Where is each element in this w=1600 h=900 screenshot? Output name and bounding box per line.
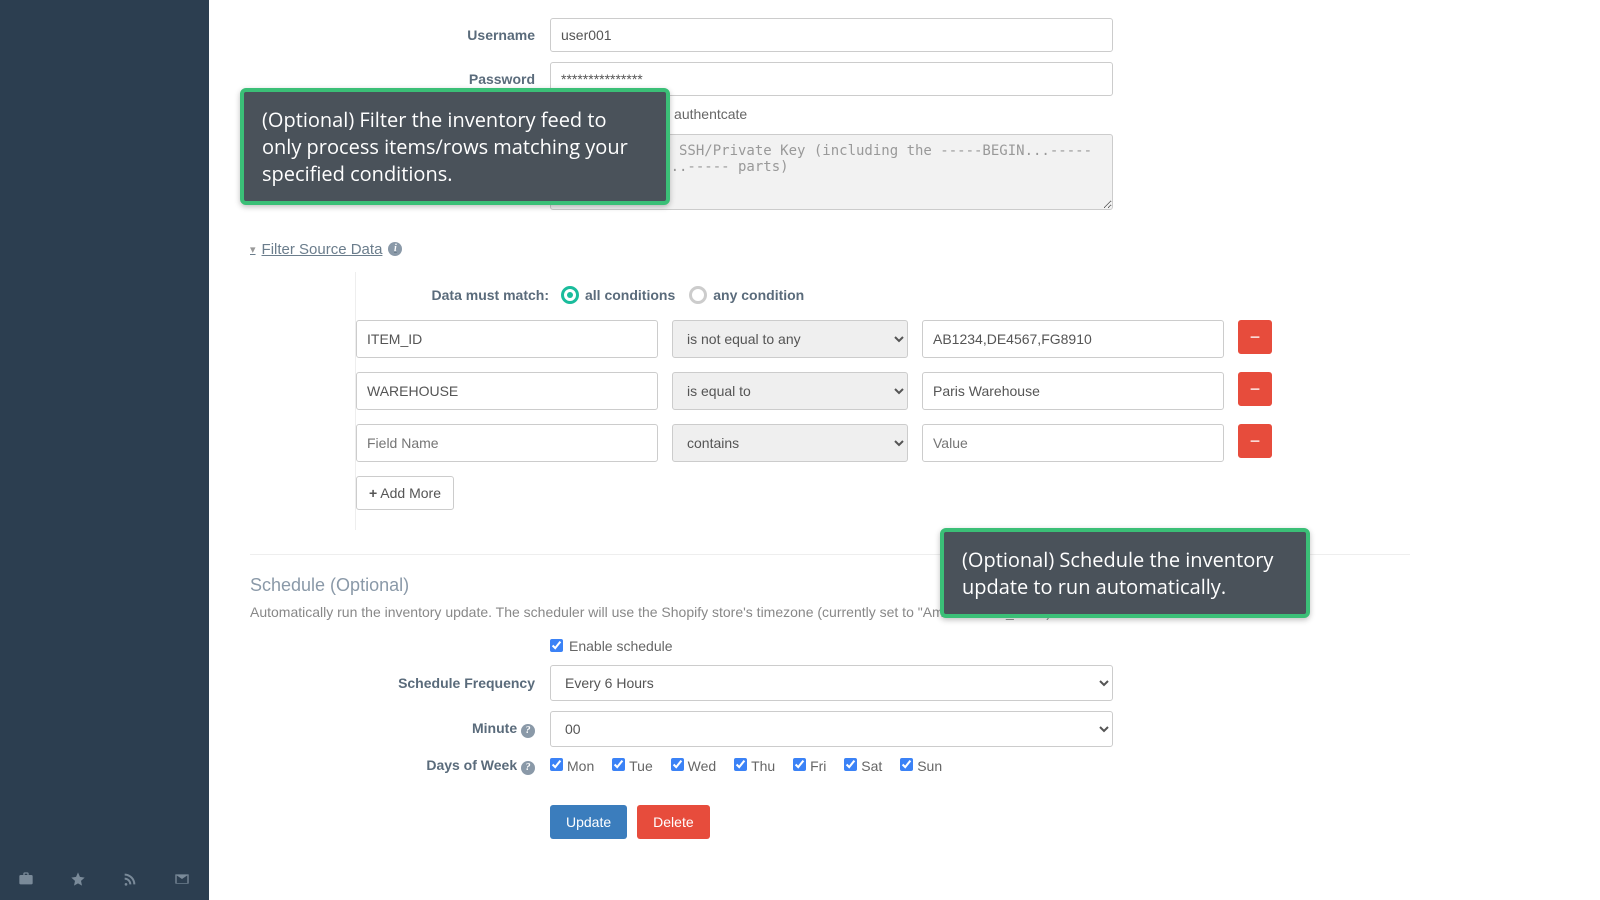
radio-all-conditions[interactable]: all conditions [561,286,675,304]
sidebar-bottom-icons [0,858,209,900]
filter-remove-1[interactable]: − [1238,320,1272,354]
filter-field-1[interactable] [356,320,658,358]
radio-any-circle [689,286,707,304]
schedule-freq-select[interactable]: Every 6 Hours [550,665,1113,701]
info-icon[interactable]: i [388,242,402,256]
filter-value-2[interactable] [922,372,1224,410]
schedule-freq-label: Schedule Frequency [250,675,550,691]
filter-op-3[interactable]: contains [672,424,908,462]
delete-button[interactable]: Delete [637,805,709,839]
filter-remove-3[interactable]: − [1238,424,1272,458]
briefcase-icon[interactable] [0,871,52,887]
dow-label: Days of Week ? [250,757,550,775]
username-input[interactable] [550,18,1113,52]
match-label: Data must match: [356,287,561,303]
enable-schedule-wrap[interactable]: Enable schedule [550,638,673,654]
radio-all-label: all conditions [585,287,675,303]
day-sun[interactable]: Sun [900,758,942,774]
filter-op-2[interactable]: is equal to [672,372,908,410]
sidebar [0,0,209,900]
day-thu[interactable]: Thu [734,758,775,774]
filter-row-3: contains − [356,424,1410,462]
minute-label: Minute ? [250,720,550,738]
filter-value-3[interactable] [922,424,1224,462]
day-fri[interactable]: Fri [793,758,826,774]
callout-schedule: (Optional) Schedule the inventory update… [940,528,1310,618]
day-tue[interactable]: Tue [612,758,653,774]
radio-any-label: any condition [713,287,804,303]
star-icon[interactable] [52,871,104,887]
filter-block: Data must match: all conditions any cond… [355,272,1410,530]
callout-filter: (Optional) Filter the inventory feed to … [240,88,670,205]
day-sat[interactable]: Sat [844,758,882,774]
radio-all-circle [561,286,579,304]
filter-section-label: Filter Source Data [262,241,383,258]
filter-row-1: is not equal to any − [356,320,1410,358]
info-icon[interactable]: ? [521,724,535,738]
filter-op-1[interactable]: is not equal to any [672,320,908,358]
day-wed[interactable]: Wed [671,758,717,774]
chevron-down-icon: ▾ [250,243,256,256]
add-more-button[interactable]: + Add More [356,476,454,510]
info-icon[interactable]: ? [521,761,535,775]
filter-value-1[interactable] [922,320,1224,358]
minute-select[interactable]: 00 [550,711,1113,747]
filter-field-3[interactable] [356,424,658,462]
radio-any-condition[interactable]: any condition [689,286,804,304]
rss-icon[interactable] [104,871,156,887]
day-mon[interactable]: Mon [550,758,594,774]
filter-source-toggle[interactable]: ▾ Filter Source Data i [250,241,402,258]
filter-remove-2[interactable]: − [1238,372,1272,406]
plus-icon: + [369,485,377,501]
envelope-icon[interactable] [156,871,208,887]
username-label: Username [250,27,550,43]
update-button[interactable]: Update [550,805,627,839]
filter-field-2[interactable] [356,372,658,410]
filter-row-2: is equal to − [356,372,1410,410]
enable-schedule-label: Enable schedule [569,638,673,654]
add-more-label: Add More [377,485,441,501]
password-label: Password [250,71,550,87]
days-row: Mon Tue Wed Thu Fri Sat Sun [550,758,1113,774]
enable-schedule-checkbox[interactable] [550,639,563,652]
